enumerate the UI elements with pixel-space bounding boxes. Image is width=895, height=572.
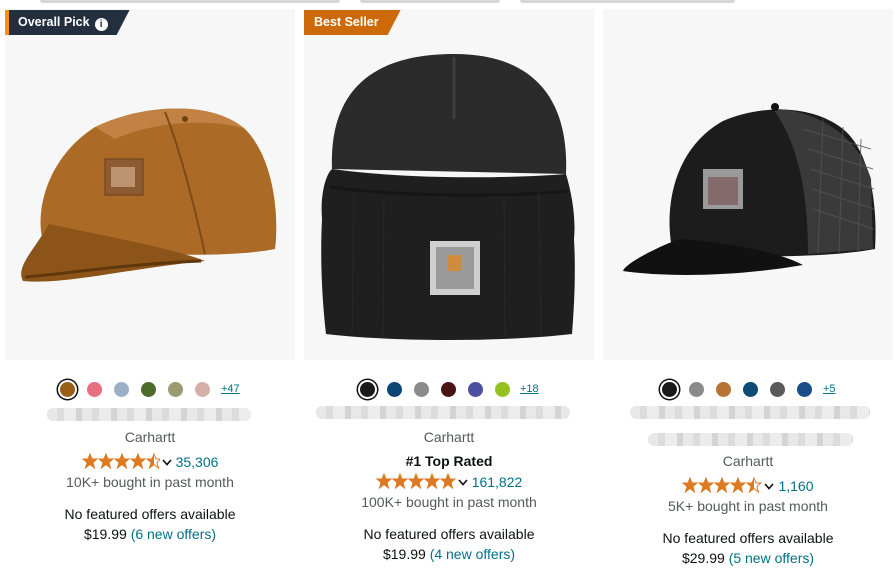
review-count-link[interactable]: 35,306: [176, 454, 219, 470]
black-beanie-image: [321, 54, 575, 340]
no-featured-offers: No featured offers available: [662, 530, 834, 546]
swatch-purple[interactable]: [468, 382, 483, 397]
swatch-green[interactable]: [141, 382, 156, 397]
swatch-black[interactable]: [360, 382, 375, 397]
price: $19.99: [382, 546, 426, 562]
product-image[interactable]: [603, 9, 893, 360]
new-offers-link[interactable]: (5 new offers): [729, 550, 814, 566]
swatch-gray[interactable]: [689, 382, 704, 397]
rating-row: 1,160: [603, 477, 893, 494]
swatch-blue[interactable]: [797, 382, 812, 397]
star-rating-icon[interactable]: [81, 453, 160, 469]
rating-row: 161,822: [304, 473, 594, 490]
price-line: $19.99 (6 new offers): [5, 526, 295, 542]
brown-canvas-cap-image: [21, 108, 277, 282]
product-title-redacted[interactable]: [47, 408, 251, 421]
swatch-navy[interactable]: [387, 382, 402, 397]
badge-label: Best Seller: [314, 15, 379, 29]
more-colors-link[interactable]: +18: [520, 383, 539, 395]
truncated-header-text: [0, 0, 895, 6]
color-swatches: +5: [603, 382, 893, 402]
star-rating-icon[interactable]: [375, 473, 456, 489]
new-offers-link[interactable]: (6 new offers): [131, 526, 216, 542]
overall-pick-badge[interactable]: Overall Pick i: [5, 10, 130, 35]
chevron-down-icon[interactable]: [161, 459, 172, 466]
new-offers-link[interactable]: (4 new offers): [430, 546, 515, 562]
brand-name: Carhartt: [722, 453, 774, 469]
no-featured-offers: No featured offers available: [64, 506, 236, 522]
star-rating-icon[interactable]: [682, 477, 763, 493]
color-swatches: +18: [304, 382, 594, 402]
swatch-maroon[interactable]: [441, 382, 456, 397]
swatch-brown[interactable]: [60, 382, 75, 397]
review-count-link[interactable]: 1,160: [778, 478, 813, 494]
best-seller-badge[interactable]: Best Seller: [304, 10, 401, 35]
color-swatches: +47: [5, 382, 295, 402]
no-featured-offers: No featured offers available: [363, 526, 535, 542]
swatch-navy[interactable]: [743, 382, 758, 397]
swatch-black[interactable]: [662, 382, 677, 397]
more-colors-link[interactable]: +47: [221, 383, 240, 395]
bought-count: 100K+ bought in past month: [361, 494, 537, 510]
top-rated-label: #1 Top Rated: [405, 453, 493, 469]
price-line: $29.99 (5 new offers): [603, 550, 893, 566]
price-line: $19.99 (4 new offers): [304, 546, 594, 562]
info-icon[interactable]: i: [95, 18, 108, 31]
brand-name: Carhartt: [124, 429, 176, 445]
product-card-3[interactable]: +5 Carhartt 1,160 5K+ bought in past mon…: [603, 9, 893, 572]
product-title-redacted-line-1[interactable]: [630, 406, 870, 419]
swatch-khaki[interactable]: [168, 382, 183, 397]
price: $29.99: [681, 550, 725, 566]
product-image[interactable]: [5, 9, 295, 360]
bought-count: 10K+ bought in past month: [66, 474, 234, 490]
product-title-redacted[interactable]: [316, 406, 570, 419]
swatch-pink[interactable]: [87, 382, 102, 397]
product-title-redacted-line-2[interactable]: [648, 433, 853, 446]
product-card-1[interactable]: Overall Pick i +47 Carhartt 35,306 10K+ b…: [5, 9, 295, 572]
swatch-lime[interactable]: [495, 382, 510, 397]
black-trucker-cap-image: [623, 103, 876, 275]
swatch-gray[interactable]: [414, 382, 429, 397]
chevron-down-icon[interactable]: [458, 479, 468, 486]
swatch-light-blue[interactable]: [114, 382, 129, 397]
bought-count: 5K+ bought in past month: [668, 498, 828, 514]
swatch-rose[interactable]: [195, 382, 210, 397]
more-colors-link[interactable]: +5: [823, 383, 836, 395]
review-count-link[interactable]: 161,822: [472, 474, 523, 490]
brand-name: Carhartt: [423, 429, 475, 445]
product-image[interactable]: [304, 9, 594, 360]
badge-label: Overall Pick: [18, 15, 90, 29]
rating-row: 35,306: [5, 453, 295, 470]
chevron-down-icon[interactable]: [764, 483, 775, 490]
swatch-brown[interactable]: [716, 382, 731, 397]
swatch-dark-gray[interactable]: [770, 382, 785, 397]
price: $19.99: [83, 526, 127, 542]
product-card-2[interactable]: Best Seller +18 Carhartt #1 Top Rated 16…: [304, 9, 594, 572]
